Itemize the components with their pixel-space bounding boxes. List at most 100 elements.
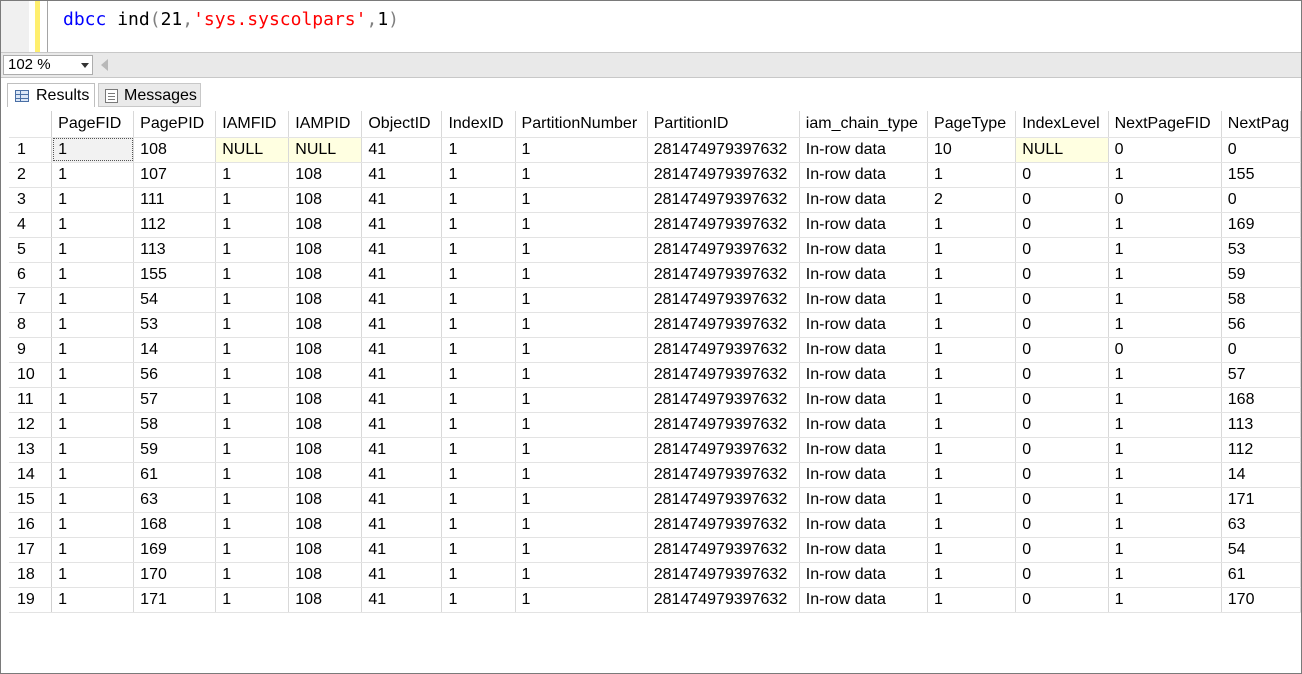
grid-cell[interactable]: 1 xyxy=(51,412,135,438)
grid-cell[interactable]: 1 xyxy=(215,562,290,588)
grid-cell[interactable]: 1 xyxy=(441,187,516,213)
grid-cell[interactable]: 41 xyxy=(361,262,443,288)
table-row[interactable]: 16 1 168 1 108 41 1 1 281474979397632 In-row data… xyxy=(9,512,1301,538)
grid-cell[interactable]: 1 xyxy=(441,237,516,263)
grid-cell[interactable]: 1 xyxy=(515,487,648,513)
grid-cell[interactable]: 281474979397632 xyxy=(647,162,800,188)
grid-cell[interactable]: 59 xyxy=(1221,262,1301,288)
grid-cell[interactable]: In-row data xyxy=(799,587,929,613)
grid-cell[interactable]: 1 xyxy=(927,237,1017,263)
table-row[interactable]: 5 1 113 1 108 41 1 1 281474979397632 In-row data 1… xyxy=(9,237,1301,263)
grid-cell[interactable]: 108 xyxy=(288,487,363,513)
grid-cell[interactable]: 108 xyxy=(288,312,363,338)
grid-cell[interactable]: 1 xyxy=(927,562,1017,588)
grid-cell[interactable]: 1 xyxy=(927,287,1017,313)
grid-cell[interactable]: 1 xyxy=(927,337,1017,363)
table-row[interactable]: 7 1 54 1 108 41 1 1 281474979397632 In-row data 1 0… xyxy=(9,287,1301,313)
grid-cell[interactable]: 281474979397632 xyxy=(647,362,800,388)
grid-cell[interactable]: 41 xyxy=(361,362,443,388)
row-number[interactable]: 8 xyxy=(9,312,53,338)
grid-cell[interactable]: 53 xyxy=(133,312,217,338)
grid-cell[interactable]: 281474979397632 xyxy=(647,212,800,238)
table-row[interactable]: 17 1 169 1 108 41 1 1 281474979397632 In-row data… xyxy=(9,537,1301,563)
table-row[interactable]: 3 1 111 1 108 41 1 1 281474979397632 In-row data 2… xyxy=(9,187,1301,213)
grid-cell[interactable]: 1 xyxy=(515,537,648,563)
grid-cell[interactable]: 58 xyxy=(1221,287,1301,313)
grid-cell[interactable]: 41 xyxy=(361,237,443,263)
grid-cell[interactable]: 1 xyxy=(1108,412,1222,438)
row-number[interactable]: 1 xyxy=(9,137,53,163)
grid-cell[interactable]: 1 xyxy=(927,312,1017,338)
grid-cell[interactable]: 1 xyxy=(441,562,516,588)
grid-cell[interactable]: 281474979397632 xyxy=(647,487,800,513)
grid-cell[interactable]: 0 xyxy=(1015,237,1109,263)
grid-cell[interactable]: 0 xyxy=(1015,262,1109,288)
scroll-left-icon[interactable] xyxy=(101,59,108,71)
grid-cell[interactable]: 1 xyxy=(441,587,516,613)
grid-cell[interactable]: 108 xyxy=(288,337,363,363)
grid-cell[interactable]: 108 xyxy=(288,162,363,188)
grid-cell[interactable]: 41 xyxy=(361,337,443,363)
grid-cell[interactable]: 41 xyxy=(361,387,443,413)
grid-cell[interactable]: 0 xyxy=(1221,187,1301,213)
grid-cell[interactable]: 1 xyxy=(515,162,648,188)
grid-cell[interactable]: 0 xyxy=(1015,587,1109,613)
grid-cell[interactable]: 281474979397632 xyxy=(647,537,800,563)
grid-cell[interactable]: 1 xyxy=(441,262,516,288)
grid-cell[interactable]: 108 xyxy=(288,187,363,213)
row-number[interactable]: 10 xyxy=(9,362,53,388)
grid-cell[interactable]: 1 xyxy=(1108,287,1222,313)
grid-cell[interactable]: 1 xyxy=(927,412,1017,438)
grid-cell[interactable]: 1 xyxy=(1108,262,1222,288)
grid-cell[interactable]: 1 xyxy=(441,387,516,413)
grid-cell[interactable]: 0 xyxy=(1015,212,1109,238)
column-header[interactable]: IAMPID xyxy=(288,111,363,138)
grid-cell[interactable]: 1 xyxy=(515,512,648,538)
row-number[interactable]: 5 xyxy=(9,237,53,263)
grid-cell[interactable]: 1 xyxy=(515,562,648,588)
grid-cell[interactable]: 0 xyxy=(1108,187,1222,213)
grid-cell[interactable]: 1 xyxy=(927,462,1017,488)
grid-cell[interactable]: 0 xyxy=(1015,437,1109,463)
row-number[interactable]: 17 xyxy=(9,537,53,563)
column-header[interactable]: IndexID xyxy=(441,111,516,138)
grid-cell[interactable]: In-row data xyxy=(799,412,929,438)
grid-cell[interactable]: 1 xyxy=(1108,562,1222,588)
grid-cell[interactable]: 171 xyxy=(133,587,217,613)
grid-cell[interactable]: 1 xyxy=(1108,487,1222,513)
grid-cell[interactable]: 1 xyxy=(51,212,135,238)
grid-cell[interactable]: 2 xyxy=(927,187,1017,213)
row-number[interactable]: 11 xyxy=(9,387,53,413)
grid-cell[interactable]: 1 xyxy=(215,162,290,188)
grid-cell[interactable]: 54 xyxy=(1221,537,1301,563)
grid-cell[interactable]: 1 xyxy=(51,362,135,388)
grid-cell[interactable]: 41 xyxy=(361,462,443,488)
grid-cell[interactable]: 108 xyxy=(288,262,363,288)
grid-cell[interactable]: 1 xyxy=(515,337,648,363)
table-row[interactable]: 18 1 170 1 108 41 1 1 281474979397632 In-row data… xyxy=(9,562,1301,588)
grid-cell[interactable]: 1 xyxy=(1108,387,1222,413)
results-grid[interactable]: PageFID PagePID IAMFID IAMPID ObjectID I… xyxy=(9,111,1301,673)
grid-cell[interactable]: 10 xyxy=(927,137,1017,163)
grid-cell[interactable]: NULL xyxy=(215,137,290,163)
table-row[interactable]: 12 1 58 1 108 41 1 1 281474979397632 In-row data 1… xyxy=(9,412,1301,438)
grid-cell[interactable]: 0 xyxy=(1015,162,1109,188)
grid-cell[interactable]: 41 xyxy=(361,312,443,338)
grid-cell[interactable]: 155 xyxy=(133,262,217,288)
table-row[interactable]: 4 1 112 1 108 41 1 1 281474979397632 In-row data 1… xyxy=(9,212,1301,238)
grid-cell[interactable]: 171 xyxy=(1221,487,1301,513)
grid-cell[interactable]: In-row data xyxy=(799,312,929,338)
grid-cell[interactable]: 0 xyxy=(1015,362,1109,388)
grid-cell[interactable]: 58 xyxy=(133,412,217,438)
grid-cell[interactable]: 1 xyxy=(441,487,516,513)
grid-cell[interactable]: 1 xyxy=(51,262,135,288)
grid-cell[interactable]: 1 xyxy=(515,387,648,413)
grid-cell[interactable]: 1 xyxy=(51,587,135,613)
grid-cell[interactable]: 1 xyxy=(515,137,648,163)
grid-cell[interactable]: 1 xyxy=(927,437,1017,463)
grid-cell[interactable]: In-row data xyxy=(799,387,929,413)
grid-cell[interactable]: 0 xyxy=(1108,137,1222,163)
grid-cell[interactable]: 1 xyxy=(51,137,135,163)
grid-cell[interactable]: In-row data xyxy=(799,287,929,313)
column-header[interactable]: NextPageFID xyxy=(1108,111,1222,138)
